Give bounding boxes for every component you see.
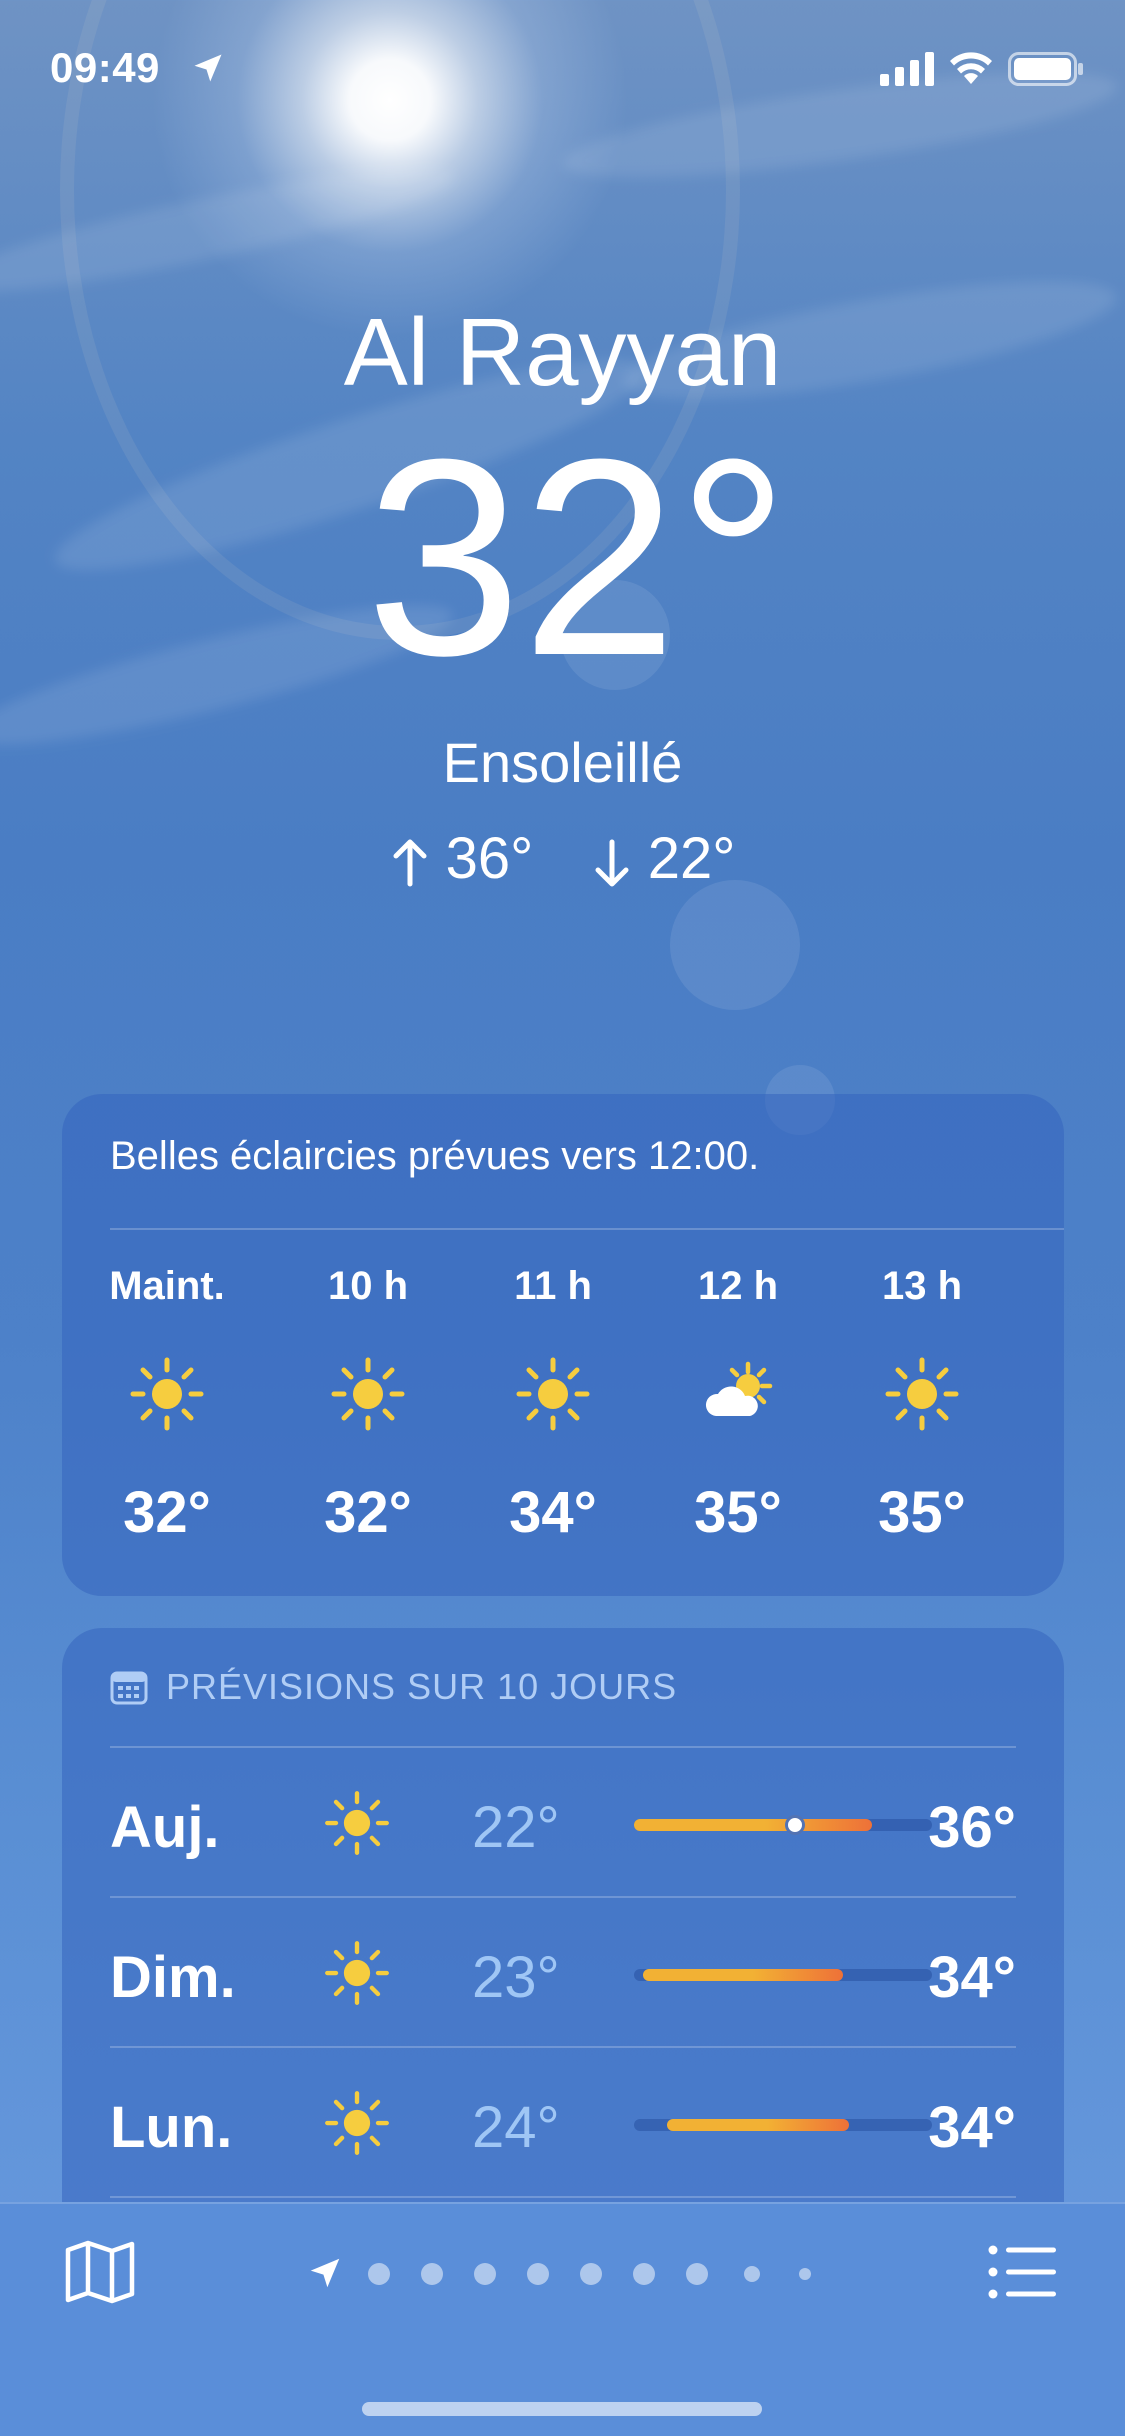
- temperature-range-bar: [634, 1969, 932, 1981]
- sun-icon: [331, 1357, 405, 1431]
- day-low: 23°: [472, 1945, 560, 2010]
- page-dot: [633, 2263, 655, 2285]
- hour-item[interactable]: 11 h 34°: [483, 1264, 623, 1546]
- hour-temperature: 32°: [123, 1480, 211, 1545]
- list-icon[interactable]: [988, 2244, 1058, 2300]
- day-name: Auj.: [110, 1795, 220, 1860]
- page-dot: [474, 2263, 496, 2285]
- temperature-range-bar: [634, 2119, 932, 2131]
- page-dot: [421, 2263, 443, 2285]
- status-time: 09:49: [50, 44, 160, 91]
- page-dot: [527, 2263, 549, 2285]
- day-low: 24°: [472, 2095, 560, 2160]
- hour-temperature: 34°: [509, 1480, 597, 1545]
- current-condition: Ensoleillé: [442, 731, 683, 794]
- map-icon[interactable]: [64, 2240, 136, 2304]
- lens-flare: [670, 880, 800, 1010]
- partly-cloudy-icon: [705, 1361, 773, 1416]
- page-dot: [799, 2268, 811, 2280]
- calendar-icon: [110, 1671, 148, 1705]
- hour-label: 10 h: [327, 1264, 409, 1308]
- hour-label: 13 h: [881, 1264, 963, 1308]
- range-fill: [634, 1819, 873, 1831]
- hour-temperature: 32°: [324, 1480, 412, 1545]
- high-temp: 36°: [445, 826, 534, 891]
- sun-icon: [130, 1357, 204, 1431]
- ten-day-title: PRÉVISIONS SUR 10 JOURS: [166, 1666, 678, 1707]
- day-name: Dim.: [110, 1945, 236, 2010]
- day-high: 34°: [928, 2095, 1016, 2160]
- home-indicator[interactable]: [362, 2402, 762, 2416]
- location-arrow-icon: [194, 54, 222, 82]
- high-low: 36° 22°: [0, 825, 1125, 892]
- temperature-range-bar: [634, 1815, 932, 1835]
- status-bar: 09:49: [0, 0, 1125, 140]
- sun-icon: [325, 1791, 389, 1855]
- sun-icon: [325, 1941, 389, 2005]
- hour-label: 12 h: [697, 1264, 779, 1308]
- cellular-signal-icon: [880, 52, 934, 86]
- hour-item[interactable]: 12 h 35°: [668, 1264, 808, 1546]
- day-row[interactable]: Dim. 23° 34°: [110, 1898, 1016, 2048]
- day-name: Lun.: [110, 2095, 233, 2160]
- city-name: Al Rayyan: [343, 299, 782, 406]
- wifi-icon: [950, 52, 992, 84]
- range-fill: [666, 2119, 849, 2131]
- day-high: 36°: [928, 1795, 1016, 1860]
- hour-label: Maint.: [109, 1264, 225, 1308]
- divider: [110, 1228, 1064, 1230]
- location-arrow-icon: [310, 2258, 340, 2288]
- forecast-summary: Belles éclaircies prévues vers 12:00.: [110, 1134, 760, 1178]
- arrow-down-icon: [595, 839, 629, 887]
- battery-icon: [1008, 52, 1083, 86]
- bottom-toolbar: [0, 2202, 1125, 2436]
- page-dot: [686, 2263, 708, 2285]
- sun-icon: [516, 1357, 590, 1431]
- day-row[interactable]: Auj. 22° 36°: [110, 1748, 1016, 1898]
- hour-item[interactable]: 10 h 32°: [298, 1264, 438, 1546]
- low-temp: 22°: [647, 826, 736, 891]
- current-temp-marker: [784, 1815, 805, 1835]
- hourly-forecast-card[interactable]: Belles éclaircies prévues vers 12:00. Ma…: [62, 1094, 1064, 1596]
- hour-item[interactable]: Maint. 32°: [97, 1264, 237, 1546]
- divider: [110, 2196, 1016, 2198]
- current-temperature: 32°: [365, 402, 790, 714]
- sun-icon: [325, 2091, 389, 2155]
- hour-item[interactable]: 13 h 35°: [852, 1264, 992, 1546]
- arrow-up-icon: [393, 839, 427, 887]
- day-row[interactable]: Lun. 24° 34°: [110, 2048, 1016, 2198]
- hour-label: 11 h: [514, 1264, 592, 1308]
- hour-temperature: 35°: [694, 1480, 782, 1545]
- hour-temperature: 35°: [878, 1480, 966, 1545]
- ten-day-header: PRÉVISIONS SUR 10 JOURS: [110, 1666, 677, 1708]
- day-low: 22°: [472, 1795, 560, 1860]
- page-indicator[interactable]: [300, 2248, 820, 2298]
- day-high: 34°: [928, 1945, 1016, 2010]
- page-dot: [368, 2263, 390, 2285]
- page-dot: [580, 2263, 602, 2285]
- page-dot: [744, 2266, 760, 2282]
- range-fill: [642, 1969, 843, 1981]
- sun-icon: [885, 1357, 959, 1431]
